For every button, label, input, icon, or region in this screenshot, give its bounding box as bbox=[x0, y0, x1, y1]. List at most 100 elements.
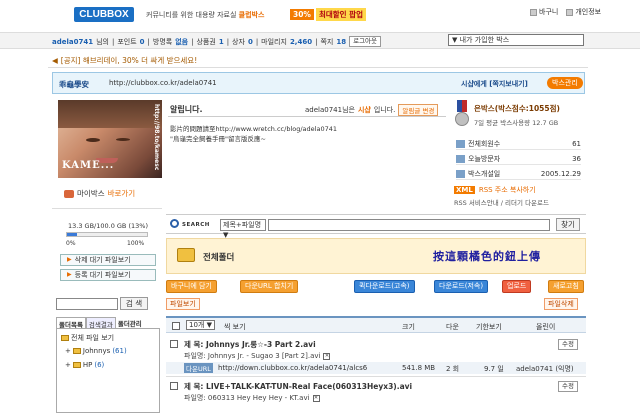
calendar-icon bbox=[456, 169, 465, 178]
message-sysop-link[interactable]: 시샵에게 [쪽지보내기] bbox=[461, 79, 528, 89]
storage-bar-fill bbox=[67, 233, 78, 236]
photo-caption: KAME... bbox=[62, 160, 115, 171]
mybox-go: 바로가기 bbox=[107, 189, 136, 198]
row-title[interactable]: 제 목: LIVE+TALK-KAT-TUN-Real Face(060313H… bbox=[184, 381, 412, 392]
profile-icon bbox=[566, 8, 574, 16]
stat-row: 오늘방문자 36 bbox=[456, 153, 581, 165]
page-size-select[interactable]: 10개 ▼ bbox=[186, 320, 215, 330]
profile-link[interactable]: 개인정보 bbox=[566, 7, 601, 17]
search-icon bbox=[170, 219, 179, 228]
download-count: 2 회 bbox=[446, 365, 460, 373]
notes-label: 쪽지 bbox=[320, 37, 334, 46]
xml-badge: XML bbox=[454, 186, 475, 194]
owner-suffix: 입니다. bbox=[373, 106, 396, 114]
stat-value: 61 bbox=[572, 139, 581, 148]
rss-guide-link[interactable]: RSS 서비스안내 / 리더기 다운로드 bbox=[454, 197, 549, 207]
upload-button[interactable]: 업로드 bbox=[502, 279, 532, 293]
delete-files-button[interactable]: 파일삭제 bbox=[544, 298, 578, 310]
folder-search-button[interactable]: 검 색 bbox=[120, 297, 148, 310]
notes-value[interactable]: 18 bbox=[336, 38, 346, 46]
col-size[interactable]: 크기 bbox=[402, 322, 415, 332]
box-title: 乖龜學安 bbox=[59, 80, 89, 89]
mileage-value[interactable]: 2,460 bbox=[290, 38, 312, 46]
owner-role: 시샵 bbox=[357, 106, 371, 114]
photo-eye bbox=[86, 138, 100, 142]
search-input[interactable] bbox=[268, 219, 550, 231]
row-checkbox[interactable] bbox=[170, 382, 178, 390]
username[interactable]: adela0741 bbox=[52, 38, 93, 46]
stat-label: 오늘방문자 bbox=[468, 154, 501, 163]
all-folder-banner: 전체폴더 按這顆橘色的鈕上傳 bbox=[166, 238, 586, 274]
box-usage: 7일 평균 박스사용량 12.7 GB bbox=[474, 119, 559, 127]
stat-label: 박스개설일 bbox=[468, 169, 501, 178]
row-checkbox[interactable] bbox=[170, 340, 178, 348]
col-expiry[interactable]: 기한보기 bbox=[476, 322, 502, 332]
pending-files-button[interactable]: ▶ 등록 대기 파일보기 bbox=[60, 269, 156, 281]
rss-copy[interactable]: XML RSS 주소 복사하기 bbox=[454, 185, 536, 195]
col-down[interactable]: 다운 bbox=[446, 322, 459, 332]
row-title[interactable]: 제 목: Johnnys Jr.롱☆-3 Part 2.avi bbox=[184, 339, 316, 350]
folder-name: 전체 파일 보기 bbox=[71, 334, 115, 342]
expand-icon: + bbox=[65, 347, 71, 355]
logout-button[interactable]: 로그아웃 bbox=[349, 36, 382, 47]
action-bar: 바구니에 담기 다운URL 합치기 퀵다운로드(고속) 다운로드(저속) 업로드… bbox=[166, 279, 586, 293]
basket-link[interactable]: 바구니 bbox=[530, 7, 558, 17]
box-url[interactable]: http://clubbox.co.kr/adela0741 bbox=[109, 79, 217, 87]
stat-value: 36 bbox=[572, 154, 581, 163]
box-value[interactable]: 0 bbox=[248, 38, 253, 46]
basket-link-label: 바구니 bbox=[539, 8, 559, 16]
storage-min: 0% bbox=[66, 240, 76, 247]
refresh-button[interactable]: 새로고침 bbox=[548, 279, 584, 293]
select-all-checkbox[interactable] bbox=[172, 322, 180, 332]
edit-button[interactable]: 수정 bbox=[558, 381, 578, 392]
edit-notice-button[interactable]: 알림글 변경 bbox=[398, 104, 439, 116]
edit-button[interactable]: 수정 bbox=[558, 339, 578, 350]
quick-download-button[interactable]: 퀵다운로드(고속) bbox=[354, 279, 415, 293]
folder-item[interactable]: + Johnnys (61) bbox=[65, 347, 127, 355]
clubbox-logo[interactable]: CLUBBOX bbox=[74, 7, 134, 22]
box-manage-button[interactable]: 박스관리 bbox=[547, 77, 583, 89]
points-value[interactable]: 0 bbox=[140, 38, 145, 46]
delete-icon[interactable]: ✕ bbox=[312, 394, 320, 402]
folder-name: HP bbox=[82, 361, 93, 369]
title-text: LIVE+TALK-KAT-TUN-Real Face(060313Heyx3)… bbox=[206, 382, 413, 391]
delete-icon[interactable]: ✕ bbox=[323, 352, 331, 360]
add-to-basket-button[interactable]: 바구니에 담기 bbox=[166, 279, 217, 293]
title-label: 제 목 bbox=[184, 382, 201, 391]
deleted-files-button[interactable]: ▶ 삭제 대기 파일보기 bbox=[60, 254, 156, 266]
merge-url-button[interactable]: 다운URL 합치기 bbox=[240, 279, 299, 293]
col-uploader[interactable]: 올린이 bbox=[536, 322, 555, 332]
promo-text: 최대할인 팝업 bbox=[315, 8, 366, 21]
box-label: 상자 bbox=[232, 37, 245, 46]
uploader[interactable]: adela0741 (익명) bbox=[516, 364, 574, 374]
gift-cert-value[interactable]: 1 bbox=[219, 38, 224, 46]
profile-link-label: 개인정보 bbox=[575, 8, 602, 16]
pending-files-label: 등록 대기 파일보기 bbox=[74, 271, 131, 279]
folder-item[interactable]: 전체 파일 보기 bbox=[61, 333, 114, 343]
promo-percent: 30% bbox=[290, 9, 314, 20]
notice[interactable]: ◀ [공지] 해브리데이, 30% 더 싸게 받으세요! bbox=[52, 55, 197, 66]
download-url[interactable]: http://down.clubbox.co.kr/adela0741/alcs… bbox=[218, 364, 367, 372]
top-links: 바구니 개인정보 bbox=[530, 7, 601, 17]
joined-box-select[interactable]: ▼ 내가 가입한 박스 bbox=[448, 34, 584, 46]
mybox-link[interactable]: 마이박스 바로가기 bbox=[64, 188, 135, 199]
username-suffix: 님의 bbox=[96, 37, 109, 46]
stat-label: 전체회원수 bbox=[468, 139, 501, 148]
search-label: SEARCH bbox=[182, 222, 210, 228]
search-type-select[interactable]: 제목+파일명 ▼ bbox=[220, 219, 266, 239]
guestbook-value[interactable]: 없음 bbox=[175, 37, 188, 47]
folder-search-input[interactable] bbox=[56, 298, 118, 310]
title-text: Johnnys Jr.롱☆-3 Part 2.avi bbox=[206, 340, 316, 349]
owner-name: adela0741님은 bbox=[305, 106, 355, 114]
intro-owner: adela0741님은 시샵 입니다. 알림글 변경 bbox=[305, 104, 439, 116]
download-button[interactable]: 다운로드(저속) bbox=[434, 279, 489, 293]
search-button[interactable]: 찾기 bbox=[556, 218, 580, 231]
stat-row: 박스개설일 2005.12.29 bbox=[456, 168, 581, 180]
promo-banner[interactable]: 30% 최대할인 팝업 bbox=[290, 8, 366, 21]
page-size-value: 10개 ▼ bbox=[186, 320, 215, 330]
folder-item[interactable]: + HP (6) bbox=[65, 361, 104, 369]
table-header: 10개 ▼ 씩 보기 크기 다운 기한보기 올린이 bbox=[166, 316, 586, 333]
row-filename: 파일명: 060313 Hey Hey Hey - KT.avi ✕ bbox=[184, 394, 320, 402]
divider bbox=[168, 116, 446, 117]
view-files-button[interactable]: 파일보기 bbox=[166, 298, 200, 310]
